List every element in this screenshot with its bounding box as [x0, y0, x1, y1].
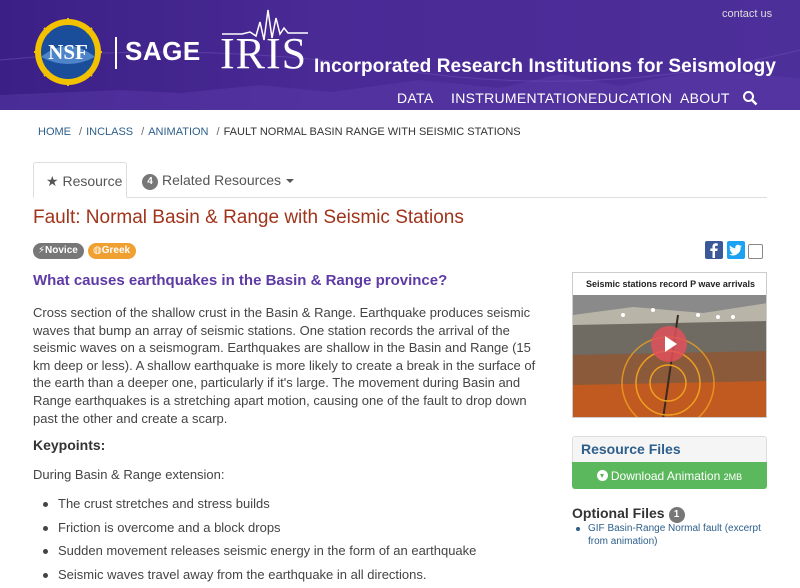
twitter-icon[interactable]: [727, 241, 745, 259]
tab-related-resources[interactable]: 4 Related Resources: [142, 172, 295, 190]
tab-resource[interactable]: ★ Resource: [33, 162, 127, 198]
contact-us-link[interactable]: contact us: [722, 8, 772, 20]
logo-divider: [115, 37, 117, 69]
keypoints-intro: During Basin & Range extension:: [33, 467, 225, 482]
star-icon: ★: [46, 173, 59, 189]
keypoints-heading: Keypoints:: [33, 437, 106, 453]
lightning-icon: ⚡: [38, 245, 46, 256]
breadcrumb: HOME / INCLASS / ANIMATION / FAULT NORMAL BASI…: [38, 126, 521, 138]
optional-file-link[interactable]: GIF Basin-Range Normal fault (excerpt fr…: [588, 522, 768, 548]
download-animation-button[interactable]: Download Animation 2MB: [572, 462, 767, 489]
resource-files-heading: Resource Files: [572, 436, 767, 462]
list-item: Friction is overcome and a block drops: [40, 520, 476, 544]
breadcrumb-animation[interactable]: ANIMATION: [148, 126, 208, 138]
breadcrumb-inclass[interactable]: INCLASS: [86, 126, 133, 138]
resource-description: Cross section of the shallow crust in th…: [33, 305, 536, 426]
iris-full-name: Incorporated Research Institutions for S…: [314, 56, 777, 77]
resource-question: What causes earthquakes in the Basin & R…: [33, 272, 448, 289]
bullet: [576, 527, 580, 531]
keypoints-list: The crust stretches and stress builds Fr…: [40, 496, 476, 588]
optional-count-badge: 1: [668, 507, 685, 523]
list-item: Seismic waves travel away from the earth…: [40, 567, 476, 588]
nsf-logo[interactable]: NSF: [33, 17, 103, 87]
svg-text:NSF: NSF: [48, 40, 88, 64]
novice-badge[interactable]: ⚡Novice: [33, 243, 84, 259]
tabs-underline: [33, 197, 767, 198]
classroom-share-icon[interactable]: [748, 244, 763, 259]
tab-resource-label: Resource: [62, 173, 123, 189]
nav-data[interactable]: DATA: [397, 90, 433, 108]
globe-icon: ◍: [93, 245, 102, 256]
play-icon[interactable]: [650, 325, 688, 363]
search-icon[interactable]: [742, 90, 758, 106]
tab-related-label: Related Resources: [162, 172, 282, 188]
list-item: Sudden movement releases seismic energy …: [40, 543, 476, 567]
breadcrumb-home[interactable]: HOME: [38, 126, 71, 138]
page-title: Fault: Normal Basin & Range with Seismic…: [33, 207, 464, 228]
greek-badge[interactable]: ◍Greek: [88, 243, 137, 259]
list-item: The crust stretches and stress builds: [40, 496, 476, 520]
nav-education[interactable]: EDUCATION: [588, 90, 672, 108]
sage-logo[interactable]: SAGE: [125, 36, 201, 67]
iris-logo[interactable]: IRIS: [220, 32, 307, 76]
video-title: Seismic stations record P wave arrivals: [573, 273, 766, 295]
optional-files-heading: Optional Files 1: [572, 505, 685, 523]
nav-instrumentation[interactable]: INSTRUMENTATION: [451, 90, 588, 108]
caret-down-icon: [286, 179, 295, 183]
breadcrumb-current: FAULT NORMAL BASIN RANGE WITH SEISMIC ST…: [223, 126, 521, 138]
site-header: NSF SAGE IRIS Incorporated Research Inst…: [0, 0, 800, 110]
nav-about[interactable]: ABOUT: [680, 90, 730, 108]
facebook-icon[interactable]: [705, 241, 723, 259]
download-icon: [596, 470, 608, 481]
related-count-badge: 4: [142, 174, 158, 190]
